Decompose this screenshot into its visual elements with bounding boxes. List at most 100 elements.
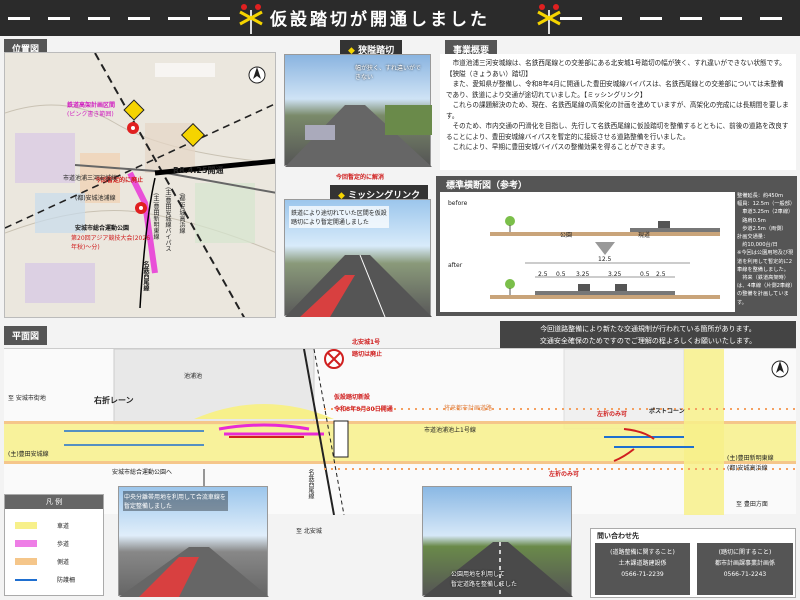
narrow-crossing-photo: 幅が狭く、すれ違いができない: [284, 54, 432, 167]
overview-paragraph: これにより、早期に豊田安城バイパスの整備効果を得ることができます。: [452, 143, 669, 151]
map-date-label: R8.4.25開通: [173, 166, 224, 175]
left-only-label: 左折のみ可: [549, 471, 580, 478]
contact-left: (道路整備に関すること) 土木課道路建設係 0566-71-2239: [595, 543, 690, 595]
map-note-3: 第20回アジア競技大会(2026年秋)～分): [71, 235, 151, 251]
contact-label: 問い合わせ先: [597, 532, 639, 540]
spec-line: 路肩0.5m: [737, 217, 766, 224]
road-ikeura2-label: 池浦池: [184, 373, 203, 380]
left-only-label: 左折のみ可: [597, 411, 628, 418]
plan-label: 平面図: [4, 326, 48, 345]
legend-item-guardrail: 防護柵: [15, 575, 75, 584]
map-road-label-3: (主)豊田新明東線: [152, 193, 159, 240]
park-road-caption-1: 公園用地を利用して: [451, 571, 505, 578]
to-kitaanjo-label: 至 北安城: [296, 528, 322, 535]
overview-paragraph: そのため、市内交通の円滑化を目指し、先行して名鉄西尾線に仮設踏切を整備するととも…: [446, 122, 789, 141]
road-shinmei-label: (主)豊田新明東線: [727, 455, 774, 462]
cross-section-dim: 0.5: [640, 271, 650, 278]
spec-line: 車道3.25m（2車線）: [737, 209, 794, 216]
missing-link-road: [285, 255, 432, 317]
railroad-crossing-icon: [537, 4, 561, 34]
cross-section-dim: 3.25: [608, 271, 622, 278]
legend-item-label: 歩道: [57, 541, 70, 548]
plan-notice-line: 交通安全確保のためですのでご理解の程よろしくお願いいたします。: [539, 337, 757, 345]
plan-notice: 今回道路整備により新たな交通規制が行われている箇所があります。 交通安全確保のた…: [500, 321, 796, 348]
map-road-label-4: (都)安城池浦線: [75, 195, 116, 202]
map-line-label: 名鉄西尾線: [142, 261, 149, 291]
map-road-label-1: (主)豊田安城線バイパス: [164, 187, 171, 252]
road-toyota-label: (主)豊田安城線: [8, 451, 49, 458]
cross-section-sidewalk: 現道: [638, 232, 651, 239]
cross-section-label: 標準横断図（参考）: [446, 181, 528, 191]
median-photo-caption: 中央分離帯用地を利用して合流車線を暫定整備しました: [123, 491, 228, 511]
contact-right: (踏切に関すること) 都市計画課事業計画係 0566-71-2243: [697, 543, 793, 595]
map-note-2: (ピンク書き範囲): [67, 111, 114, 118]
narrow-crossing-road: [285, 105, 432, 167]
cross-section-total: 12.5: [598, 256, 612, 263]
overview-panel: 市道池浦三河安城線は、名鉄西尾線との交差部にある北安城1号踏切の幅が狭く、すれ違…: [440, 54, 796, 170]
contact-right-line: (踏切に関すること): [718, 549, 772, 556]
overview-paragraph: また、愛知県が整備し、令和8年4月に開通した豊田安城線バイパスは、名鉄西尾線との…: [446, 80, 784, 99]
to-anjo-city-label: 至 安城市街地: [8, 395, 46, 402]
contact-panel: 問い合わせ先 (道路整備に関すること) 土木課道路建設係 0566-71-223…: [590, 528, 796, 598]
spec-line: 整備延長：約450m: [737, 193, 784, 199]
legend-title: 凡 例: [5, 495, 103, 509]
median-photo: 中央分離帯用地を利用して合流車線を暫定整備しました: [118, 486, 269, 597]
spec-line: 歩道2.5m（両側）: [737, 225, 787, 232]
new-crossing-label-2: 令和8年8月30日開通: [334, 406, 393, 413]
cross-section-dim: 2.5: [656, 271, 666, 278]
road-takahama-label: (都)安城高浜線: [727, 465, 768, 472]
cross-section-diagram: before after 公園 現道 12.5 2.5 0.5 3.25 3.2…: [440, 192, 735, 312]
cross-section-specs: 整備延長：約450m 幅員：12.5m（一般部） 車道3.25m（2車線） 路肩…: [737, 192, 795, 307]
railroad-crossing-icon: [239, 4, 263, 34]
header-bar: 仮設踏切が開通しました: [0, 0, 800, 36]
meitetsu-label: 名鉄西尾線: [307, 469, 314, 499]
legend-swatch: [15, 558, 37, 565]
legend-item-sidewalk: 歩道: [15, 539, 69, 548]
to-toyota-label: 至 豊田方面: [736, 501, 768, 508]
map-park-label: 安城市総合運動公園: [75, 225, 130, 232]
spec-line: 将来（鉄道高架時）は、4車線（片側2車線）の整備を計画しています。: [737, 275, 793, 306]
cross-section-dim: 2.5: [538, 271, 548, 278]
legend-item-roadway: 車道: [15, 521, 69, 530]
cross-section-after: after: [448, 262, 463, 269]
overview-paragraph: 市道池浦三河安城線は、名鉄西尾線との交差部にある北安城1号踏切の幅が狭く、すれ違…: [446, 59, 786, 78]
legend-swatch: [15, 540, 37, 547]
legend-item-side-road: 側道: [15, 557, 69, 566]
location-map: 鉄道高架計画区間 (ピンク書き範囲) 今回暫定的に廃止 R8.4.25開通 (主…: [4, 52, 276, 318]
park-road-caption-2: 暫定道路を整備しました: [451, 581, 518, 588]
contact-left-line: 0566-71-2239: [621, 571, 664, 578]
cross-section-graphic: [490, 216, 720, 299]
legend-panel: 凡 例 車道 歩道 側道 防護柵: [4, 494, 104, 596]
cross-section-before: before: [448, 200, 468, 207]
cross-section-dim: 3.25: [576, 271, 590, 278]
spec-line: 計画交通量：: [737, 234, 769, 241]
post-cone-label: ポストコーン: [649, 408, 685, 415]
to-park-label: 安城市総合運動公園へ: [112, 469, 173, 476]
contact-right-line: 0566-71-2243: [723, 571, 767, 578]
spec-line: 約10,000台/日: [737, 242, 778, 249]
map-note-1: 鉄道高架計画区間: [67, 102, 116, 109]
contact-right-line: 都市計画課事業計画係: [714, 560, 775, 567]
median-photo-road: [119, 547, 269, 597]
spec-line: ※今回は公園用地及び現道を利用して暫定的に2車線を整備しました。: [737, 250, 794, 273]
missing-link-red-label: 今回暫定的に解消: [336, 174, 385, 181]
spec-line: 幅員：12.5m（一般部）: [737, 201, 796, 208]
plan-future-label: 将来都市計画道路: [444, 405, 493, 412]
map-road-label-2: (都)安城高浜線: [178, 193, 185, 234]
abolish-label-2: 踏切は廃止: [352, 351, 383, 358]
missing-link-caption: 鉄道により途切れていた区間を仮設踏切により暫定開通しました: [289, 206, 389, 228]
legend-swatch: [15, 578, 37, 581]
legend-item-label: 車道: [57, 523, 70, 530]
right-lane-label: 右折レーン: [94, 396, 134, 405]
contact-left-line: (道路整備に関すること): [610, 549, 675, 556]
cross-section-dim: 0.5: [556, 271, 566, 278]
overview-paragraph: これらの課題解決のため、現在、名鉄西尾線の高架化の計画を進めていますが、高架化の…: [446, 101, 789, 120]
cross-section-park: 公園: [560, 232, 573, 239]
new-crossing-label-1: 仮設踏切新設: [334, 394, 371, 401]
missing-link-photo: 鉄道により途切れていた区間を仮設踏切により暫定開通しました: [284, 199, 432, 317]
page-title: 仮設踏切が開通しました: [270, 10, 490, 30]
narrow-crossing-caption: 幅が狭く、すれ違いができない: [355, 65, 422, 81]
map-sub-label: 市道池浦三河安城線: [63, 175, 118, 182]
road-ikeura-label: 市道池浦池上1号線: [424, 427, 476, 434]
legend-swatch: [15, 522, 37, 529]
